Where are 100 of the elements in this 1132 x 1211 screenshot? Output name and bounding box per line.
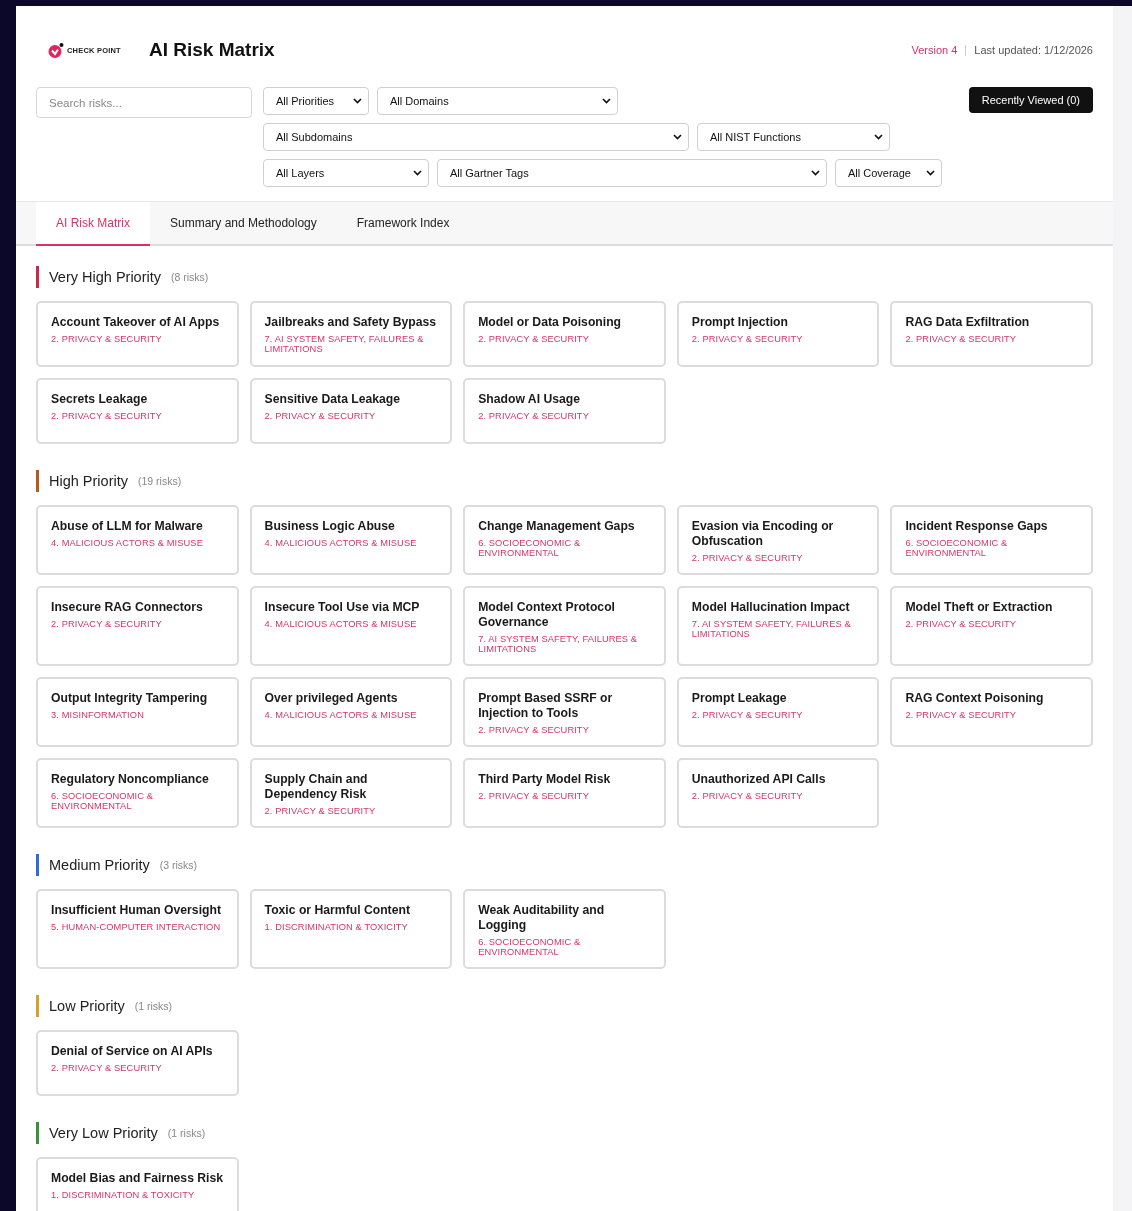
risk-category: 2. PRIVACY & SECURITY	[264, 806, 377, 816]
risk-title: Over privileged Agents	[264, 691, 399, 706]
risk-count: (8 risks)	[171, 271, 209, 283]
risk-category: 2. PRIVACY & SECURITY	[691, 791, 804, 801]
risk-card[interactable]: Output Integrity Tampering 3. MISINFORMATION	[36, 677, 239, 747]
risk-title: Model Bias and Fairness Risk	[51, 1171, 224, 1186]
risk-title: Weak Auditability and Logging	[478, 903, 606, 933]
recently-viewed-button[interactable]: Recently Viewed (0)	[968, 87, 1093, 113]
section-title: High Priority	[49, 473, 128, 489]
risk-title: Incident Response Gaps	[905, 519, 1049, 534]
filter-select[interactable]: All NIST Functions	[697, 123, 890, 151]
risk-card[interactable]: Unauthorized API Calls 2. PRIVACY & SECURITY	[676, 758, 880, 828]
chevron-down-icon	[673, 134, 682, 140]
risk-category: 2. PRIVACY & SECURITY	[478, 791, 590, 801]
risk-card[interactable]: Evasion via Encoding or Obfuscation 2. PRIVACY & SECURITY	[676, 505, 880, 575]
risk-card[interactable]: Incident Response Gaps 6. SOCIOECONOMIC & ENVIRONMENTAL	[890, 505, 1093, 575]
risk-category: 2. PRIVACY & SECURITY	[51, 619, 163, 629]
filter-select[interactable]: All Subdomains	[263, 123, 689, 151]
risk-category: 7. AI SYSTEM SAFETY, FAILURES & LIMITATIONS	[264, 334, 425, 354]
risk-title: RAG Context Poisoning	[905, 691, 1045, 706]
risk-card[interactable]: RAG Context Poisoning 2. PRIVACY & SECURITY	[890, 677, 1093, 747]
risk-category: 2. PRIVACY & SECURITY	[264, 411, 377, 421]
risk-title: Unauthorized API Calls	[691, 772, 827, 787]
risk-card[interactable]: Model Hallucination Impact 7. AI SYSTEM SAFETY, FAILURES & LIMITATIONS	[676, 586, 880, 666]
risk-category: 2. PRIVACY & SECURITY	[478, 725, 590, 735]
risk-count: (3 risks)	[159, 859, 198, 871]
risk-card[interactable]: RAG Data Exfiltration 2. PRIVACY & SECURITY	[890, 301, 1093, 367]
risk-card[interactable]: Supply Chain and Dependency Risk 2. PRIVACY & SECURITY	[249, 758, 453, 828]
risk-card[interactable]: Weak Auditability and Logging 6. SOCIOECONOMIC & ENVIRONMENTAL	[463, 889, 666, 969]
risk-card[interactable]: Change Management Gaps 6. SOCIOECONOMIC & ENVIRONMENTAL	[463, 505, 666, 575]
risk-card[interactable]: Model Bias and Fairness Risk 1. DISCRIMINATION & TOXICITY	[36, 1157, 239, 1211]
risk-category: 2. PRIVACY & SECURITY	[478, 334, 590, 344]
risk-card[interactable]: Model or Data Poisoning 2. PRIVACY & SECURITY	[463, 301, 666, 367]
search-field[interactable]: Search risks...	[36, 87, 252, 118]
risk-title: Model Hallucination Impact	[691, 600, 851, 615]
section-title: Low Priority	[49, 998, 125, 1014]
risk-title: Prompt Based SSRF or Injection to Tools	[478, 691, 614, 721]
risk-title: Change Management Gaps	[478, 519, 636, 534]
risk-count: (19 risks)	[137, 475, 182, 487]
risk-category: 2. PRIVACY & SECURITY	[51, 334, 163, 344]
risk-card[interactable]: Over privileged Agents 4. MALICIOUS ACTORS & MISUSE	[249, 677, 453, 747]
risk-card[interactable]: Denial of Service on AI APIs 2. PRIVACY & SECURITY	[36, 1030, 239, 1096]
risk-card[interactable]: Insecure Tool Use via MCP 4. MALICIOUS ACTORS & MISUSE	[249, 586, 453, 666]
tab[interactable]: AI Risk Matrix	[36, 202, 150, 246]
risk-category: 4. MALICIOUS ACTORS & MISUSE	[264, 538, 418, 548]
tab[interactable]: Framework Index	[336, 202, 470, 246]
risk-title: Model or Data Poisoning	[478, 315, 623, 330]
risk-category: 6. SOCIOECONOMIC & ENVIRONMENTAL	[51, 791, 154, 811]
risk-card[interactable]: Abuse of LLM for Malware 4. MALICIOUS ACTORS & MISUSE	[36, 505, 239, 575]
risk-title: Third Party Model Risk	[478, 772, 612, 787]
risk-title: Denial of Service on AI APIs	[51, 1044, 214, 1059]
risk-title: Insufficient Human Oversight	[51, 903, 222, 918]
risk-card[interactable]: Business Logic Abuse 4. MALICIOUS ACTORS & MISUSE	[249, 505, 453, 575]
risk-category: 2. PRIVACY & SECURITY	[691, 553, 804, 563]
risk-category: 1. DISCRIMINATION & TOXICITY	[264, 922, 409, 932]
chevron-down-icon	[413, 170, 422, 176]
risk-category: 7. AI SYSTEM SAFETY, FAILURES & LIMITATIONS	[478, 634, 639, 654]
risk-category: 5. HUMAN-COMPUTER INTERACTION	[51, 922, 222, 932]
page-title: AI Risk Matrix	[149, 39, 275, 61]
risk-title: Insecure Tool Use via MCP	[264, 600, 421, 615]
risk-title: Prompt Injection	[691, 315, 789, 330]
risk-category: 1. DISCRIMINATION & TOXICITY	[51, 1190, 196, 1200]
risk-card[interactable]: Sensitive Data Leakage 2. PRIVACY & SECURITY	[249, 378, 453, 444]
risk-category: 4. MALICIOUS ACTORS & MISUSE	[51, 538, 204, 548]
chevron-down-icon	[811, 170, 820, 176]
risk-card[interactable]: Insecure RAG Connectors 2. PRIVACY & SECURITY	[36, 586, 239, 666]
risk-card[interactable]: Secrets Leakage 2. PRIVACY & SECURITY	[36, 378, 239, 444]
risk-title: Supply Chain and Dependency Risk	[264, 772, 369, 802]
last-updated: Last updated: 1/12/2026	[974, 44, 1093, 56]
filter-select[interactable]: All Priorities	[263, 87, 369, 115]
filter-select[interactable]: All Gartner Tags	[437, 159, 827, 187]
risk-card[interactable]: Model Theft or Extraction 2. PRIVACY & SECURITY	[890, 586, 1093, 666]
risk-title: Abuse of LLM for Malware	[51, 519, 204, 534]
section-title: Very High Priority	[49, 269, 161, 285]
risk-title: Insecure RAG Connectors	[51, 600, 204, 615]
risk-title: Toxic or Harmful Content	[264, 903, 411, 918]
risk-card[interactable]: Jailbreaks and Safety Bypass 7. AI SYSTEM SAFETY, FAILURES & LIMITATIONS	[249, 301, 453, 367]
risk-card[interactable]: Regulatory Noncompliance 6. SOCIOECONOMIC & ENVIRONMENTAL	[36, 758, 239, 828]
risk-card[interactable]: Account Takeover of AI Apps 2. PRIVACY & SECURITY	[36, 301, 239, 367]
filter-select[interactable]: All Layers	[263, 159, 429, 187]
risk-card[interactable]: Third Party Model Risk 2. PRIVACY & SECURITY	[463, 758, 666, 828]
risk-card[interactable]: Insufficient Human Oversight 5. HUMAN-COMPUTER INTERACTION	[36, 889, 239, 969]
risk-card[interactable]: Prompt Injection 2. PRIVACY & SECURITY	[676, 301, 880, 367]
risk-card[interactable]: Prompt Leakage 2. PRIVACY & SECURITY	[676, 677, 880, 747]
tab[interactable]: Summary and Methodology	[150, 202, 337, 246]
risk-category: 2. PRIVACY & SECURITY	[51, 1063, 163, 1073]
risk-category: 3. MISINFORMATION	[51, 710, 145, 720]
filter-select[interactable]: All Domains	[377, 87, 618, 115]
risk-card[interactable]: Prompt Based SSRF or Injection to Tools 2. PRIVACY & SECURITY	[463, 677, 666, 747]
risk-card[interactable]: Shadow AI Usage 2. PRIVACY & SECURITY	[463, 378, 666, 444]
risk-title: Regulatory Noncompliance	[51, 772, 210, 787]
risk-card[interactable]: Model Context Protocol Governance 7. AI SYSTEM SAFETY, FAILURES & LIMITATIONS	[463, 586, 666, 666]
risk-category: 6. SOCIOECONOMIC & ENVIRONMENTAL	[478, 538, 582, 558]
filter-select[interactable]: All Coverage	[835, 159, 942, 187]
risk-title: Prompt Leakage	[691, 691, 788, 706]
risk-card[interactable]: Toxic or Harmful Content 1. DISCRIMINATION & TOXICITY	[249, 889, 453, 969]
risk-category: 2. PRIVACY & SECURITY	[905, 619, 1018, 629]
risk-title: Shadow AI Usage	[478, 392, 581, 407]
risk-title: Secrets Leakage	[51, 392, 149, 407]
risk-category: 6. SOCIOECONOMIC & ENVIRONMENTAL	[478, 937, 582, 957]
